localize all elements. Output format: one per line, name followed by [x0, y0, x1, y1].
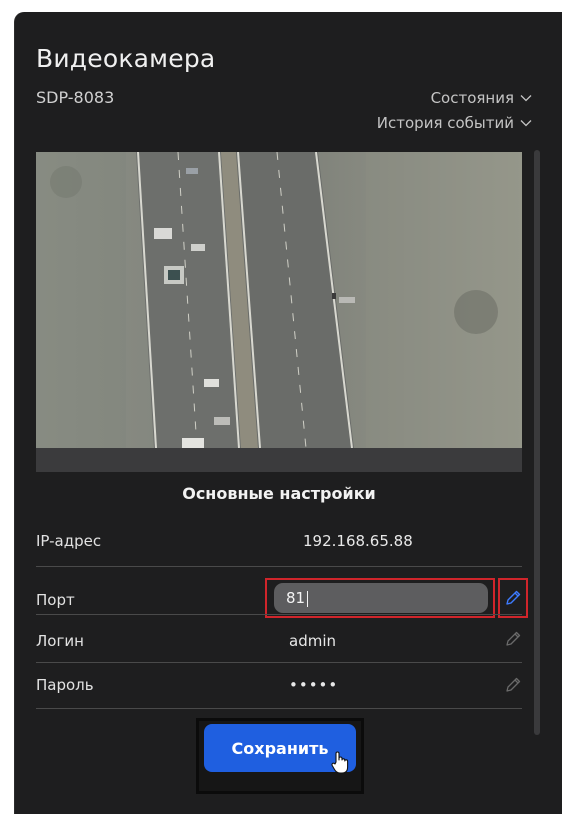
password-label: Пароль	[36, 676, 94, 694]
video-control-bar[interactable]	[36, 448, 522, 472]
scrollbar[interactable]	[534, 150, 540, 735]
divider	[36, 708, 522, 709]
row-password: Пароль •••••	[36, 676, 522, 706]
ip-address-label: IP-адрес	[36, 532, 102, 550]
divider	[36, 566, 522, 567]
hand-cursor-icon	[331, 751, 349, 774]
video-frame-image	[36, 152, 522, 448]
camera-video-feed[interactable]	[36, 152, 522, 448]
dropdown-event-history[interactable]: История событий	[377, 114, 532, 132]
chevron-down-icon	[520, 120, 532, 127]
login-label: Логин	[36, 632, 84, 650]
pencil-icon[interactable]	[504, 630, 522, 648]
section-title-main-settings: Основные настройки	[182, 484, 376, 503]
login-value: admin	[289, 632, 336, 650]
page-title: Видеокамера	[36, 44, 216, 73]
password-value: •••••	[289, 676, 339, 694]
device-id: SDP-8083	[36, 88, 115, 107]
dropdown-states[interactable]: Состояния	[431, 89, 532, 107]
divider	[36, 662, 522, 663]
pencil-icon[interactable]	[504, 676, 522, 694]
row-login: Логин admin	[36, 632, 522, 662]
pencil-icon[interactable]	[504, 589, 522, 607]
dropdown-event-history-label: История событий	[376, 114, 514, 132]
divider	[36, 614, 522, 615]
port-label: Порт	[36, 591, 75, 609]
text-caret	[307, 591, 308, 607]
dropdown-states-label: Состояния	[430, 89, 514, 107]
ip-address-value: 192.168.65.88	[303, 532, 413, 550]
row-ip-address: IP-адрес 192.168.65.88	[36, 532, 522, 562]
chevron-down-icon	[520, 95, 532, 102]
